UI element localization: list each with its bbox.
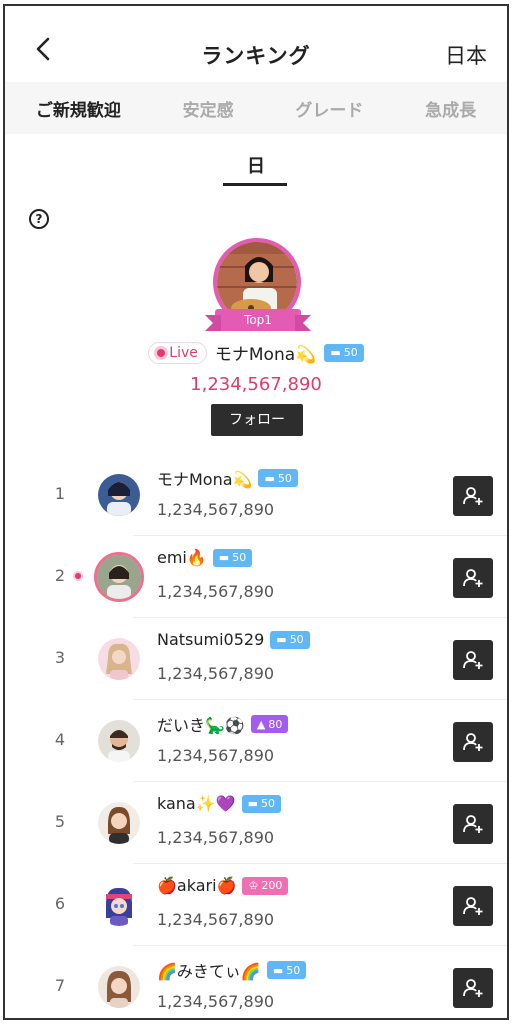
list-item[interactable]: 5 kana✨💜 ▬ 50 1,234,567,890 — [5, 782, 507, 864]
rank-number: 2 — [54, 566, 66, 585]
level-icon: ▬ — [264, 471, 275, 485]
list-item[interactable]: 1 モナMona💫 ▬ 50 1,234,567,890 — [5, 454, 507, 536]
add-user-icon — [463, 815, 483, 833]
level-icon: ▬ — [218, 551, 230, 564]
level-icon: ▬ — [272, 963, 284, 977]
rank-number: 6 — [54, 894, 66, 913]
rank-number: 5 — [54, 812, 66, 831]
list-item[interactable]: 7 🌈みきてぃ🌈 ▬ 50 1,234,567,890 — [5, 946, 507, 1018]
add-user-button[interactable] — [453, 640, 493, 680]
add-user-button[interactable] — [453, 558, 493, 598]
user-score: 1,234,567,890 — [157, 992, 275, 1011]
name-line: kana✨💜 ▬ 50 — [157, 794, 281, 813]
user-score: 1,234,567,890 — [157, 664, 275, 683]
user-score: 1,234,567,890 — [157, 500, 275, 519]
help-icon[interactable]: ? — [29, 209, 49, 229]
user-name: モナMona💫 — [157, 470, 253, 489]
tab-grade[interactable]: グレード — [295, 96, 363, 121]
list-item[interactable]: 3 Natsumi0529 ▬ 50 1,234,567,890 — [5, 618, 507, 700]
avatar[interactable] — [98, 802, 140, 844]
tab-rapid-growth[interactable]: 急成長 — [425, 96, 476, 121]
level-badge: ♔ 200 — [242, 876, 289, 895]
rank-number: 1 — [54, 484, 66, 503]
avatar[interactable] — [98, 638, 140, 680]
level-badge: ▲ 80 — [250, 715, 289, 733]
level-icon: ▬ — [247, 797, 258, 810]
user-name: だいき🦕⚽ — [157, 716, 245, 735]
name-line: だいき🦕⚽ ▲ 80 — [157, 712, 289, 736]
add-user-icon — [463, 897, 483, 915]
add-user-icon — [463, 487, 483, 505]
app-frame: ランキング 日本 ご新規歓迎 安定感 グレード 急成長 日 ? Top1 Liv… — [3, 4, 509, 1020]
level-badge: ▬ 50 — [241, 794, 281, 813]
add-user-button[interactable] — [453, 476, 493, 516]
live-dot-icon — [157, 348, 166, 357]
avatar[interactable] — [98, 966, 140, 1008]
add-user-button[interactable] — [453, 722, 493, 762]
add-user-icon — [463, 979, 483, 997]
avatar[interactable] — [98, 720, 140, 762]
level-badge: ▬ 50 — [212, 548, 253, 567]
tab-stability[interactable]: 安定感 — [183, 96, 234, 121]
level-icon: ▲ — [256, 717, 266, 731]
user-name: kana✨💜 — [157, 794, 236, 813]
name-line: モナMona💫 ▬ 50 — [157, 466, 298, 490]
user-name: emi🔥 — [157, 548, 207, 567]
add-user-button[interactable] — [453, 886, 493, 926]
live-dot-icon — [75, 573, 81, 579]
add-user-button[interactable] — [453, 804, 493, 844]
region-selector[interactable]: 日本 — [445, 40, 487, 70]
user-score: 1,234,567,890 — [157, 582, 275, 601]
live-label: Live — [169, 344, 198, 361]
name-line: emi🔥 ▬ 50 — [157, 548, 253, 567]
top1-section: Top1 Live モナMona💫 ▬ 50 1,234,567,890 フォロ… — [5, 236, 507, 446]
user-name: 🌈みきてぃ🌈 — [157, 962, 261, 981]
top1-info: Live モナMona💫 ▬ 50 — [5, 340, 507, 365]
follow-button[interactable]: フォロー — [211, 404, 303, 436]
header: ランキング 日本 — [5, 6, 507, 84]
user-score: 1,234,567,890 — [157, 910, 275, 929]
top1-score: 1,234,567,890 — [190, 374, 322, 395]
tab-newcomer[interactable]: ご新規歓迎 — [36, 96, 121, 121]
level-badge: ▬ 50 — [324, 343, 364, 362]
name-line: 🌈みきてぃ🌈 ▬ 50 — [157, 958, 307, 982]
add-user-button[interactable] — [453, 968, 493, 1008]
period-tab-day[interactable]: 日 — [5, 152, 507, 178]
level-badge: ▬ 50 — [266, 961, 307, 979]
period-underline — [223, 183, 287, 186]
user-name: 🍎akari🍎 — [157, 876, 237, 895]
avatar[interactable] — [98, 474, 140, 516]
crown-icon: ♔ — [248, 879, 259, 892]
live-badge[interactable]: Live — [148, 341, 207, 364]
name-line: 🍎akari🍎 ♔ 200 — [157, 876, 289, 895]
avatar[interactable] — [98, 884, 140, 926]
name-line: Natsumi0529 ▬ 50 — [157, 630, 310, 649]
rank-number: 7 — [54, 976, 66, 995]
level-icon: ▬ — [330, 346, 341, 359]
ranking-list: 1 モナMona💫 ▬50 1,234,567,890 2 emi🔥 ▬50 — [5, 454, 507, 1018]
user-name: Natsumi0529 — [157, 630, 265, 649]
user-score: 1,234,567,890 — [157, 746, 275, 765]
list-item[interactable]: 4 だいき🦕⚽ ▲ 80 1,234,567,890 — [5, 700, 507, 782]
avatar[interactable] — [94, 552, 144, 602]
add-user-icon — [463, 733, 483, 751]
add-user-icon — [463, 569, 483, 587]
rank-number: 4 — [54, 730, 66, 749]
user-score: 1,234,567,890 — [157, 828, 275, 847]
rank-number: 3 — [54, 648, 66, 667]
list-item[interactable]: 2 emi🔥 ▬ 50 1,234,567,890 — [5, 536, 507, 618]
top1-ribbon: Top1 — [205, 309, 311, 331]
top1-name: モナMona💫 — [214, 345, 317, 365]
list-item[interactable]: 6 🍎akari🍎 ♔ 200 1,234,567,890 — [5, 864, 507, 946]
page-title: ランキング — [201, 44, 311, 68]
level-badge: ▬ 50 — [270, 630, 310, 649]
category-tabs: ご新規歓迎 安定感 グレード 急成長 — [5, 82, 507, 134]
add-user-icon — [463, 651, 483, 669]
level-badge: ▬ 50 — [258, 469, 298, 487]
level-icon: ▬ — [276, 633, 287, 646]
